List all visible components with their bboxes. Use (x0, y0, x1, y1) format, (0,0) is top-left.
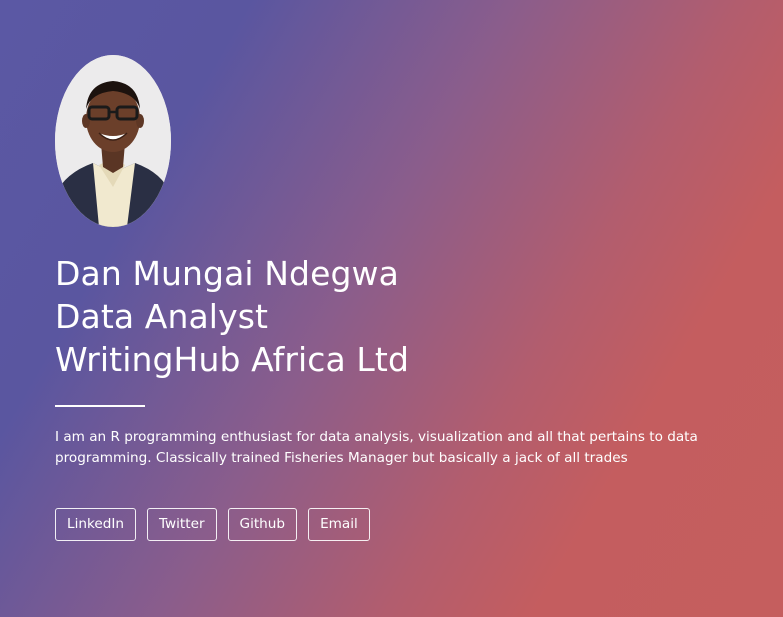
email-button[interactable]: Email (308, 508, 370, 541)
profile-avatar (55, 55, 171, 227)
profile-name: Dan Mungai Ndegwa (55, 254, 399, 293)
twitter-button[interactable]: Twitter (146, 508, 217, 541)
heading-divider (55, 405, 145, 407)
profile-organization: WritingHub Africa Ltd (55, 340, 409, 379)
hero-section: Dan Mungai Ndegwa Data Analyst WritingHu… (0, 0, 783, 617)
profile-photo (55, 55, 171, 227)
linkedin-button[interactable]: LinkedIn (55, 508, 136, 541)
profile-role: Data Analyst (55, 297, 269, 336)
profile-bio: I am an R programming enthusiast for dat… (55, 429, 698, 466)
github-button[interactable]: Github (227, 508, 298, 541)
social-links: LinkedIn Twitter Github Email (55, 508, 370, 541)
profile-heading: Dan Mungai Ndegwa Data Analyst WritingHu… (55, 252, 409, 381)
